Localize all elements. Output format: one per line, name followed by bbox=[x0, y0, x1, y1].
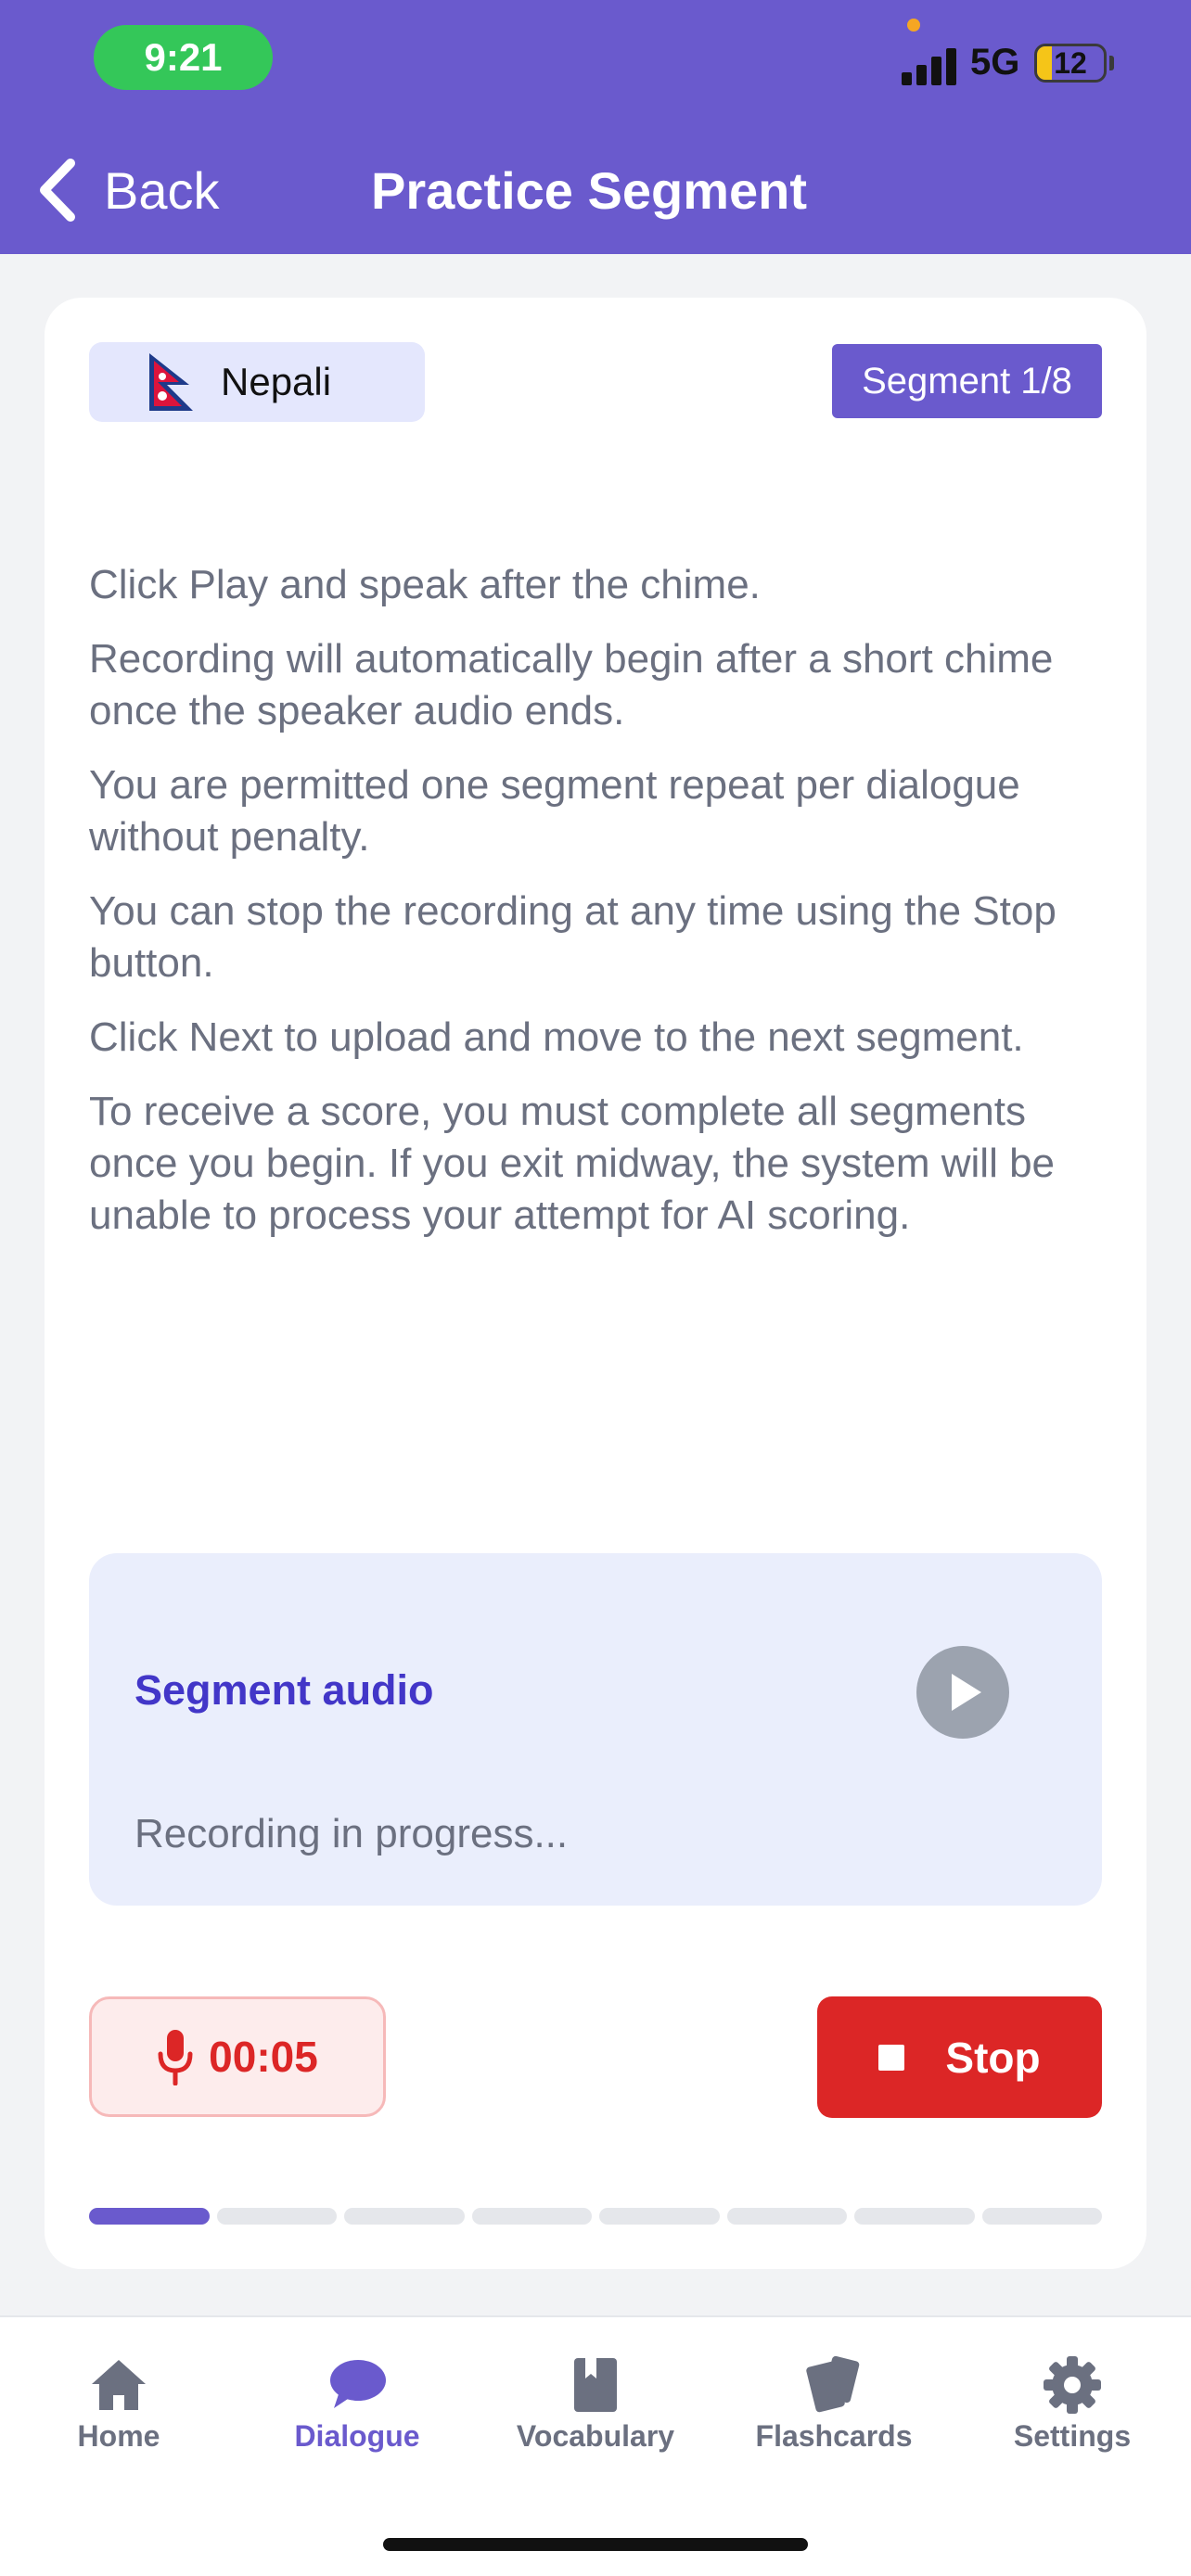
instruction-text: Click Next to upload and move to the nex… bbox=[89, 1014, 1024, 1060]
back-button[interactable]: Back bbox=[35, 153, 220, 227]
home-indicator bbox=[383, 2538, 808, 2551]
segment-audio-panel: Segment audio Recording in progress... bbox=[89, 1553, 1102, 1906]
tab-home[interactable]: Home bbox=[0, 2317, 237, 2503]
battery-percent: 12 bbox=[1054, 45, 1087, 80]
progress-segment bbox=[981, 2208, 1102, 2225]
tab-label: Settings bbox=[1013, 2419, 1132, 2453]
tab-label: Home bbox=[77, 2419, 160, 2453]
play-button[interactable] bbox=[916, 1646, 1009, 1739]
progress-segment bbox=[216, 2208, 337, 2225]
instruction-text: Recording will automatically begin after… bbox=[89, 636, 1054, 733]
tab-flashcards[interactable]: Flashcards bbox=[715, 2317, 953, 2503]
progress-segment bbox=[89, 2208, 210, 2225]
nepal-flag-icon bbox=[149, 353, 193, 411]
back-label: Back bbox=[104, 160, 220, 220]
stop-label: Stop bbox=[945, 2033, 1041, 2082]
progress-segment bbox=[344, 2208, 465, 2225]
segment-badge: Segment 1/8 bbox=[832, 344, 1102, 418]
instruction-text: To receive a score, you must complete al… bbox=[89, 1089, 1056, 1238]
tab-vocabulary[interactable]: Vocabulary bbox=[477, 2317, 714, 2503]
instructions: Click Play and speak after the chime. Re… bbox=[89, 559, 1100, 1264]
tab-settings[interactable]: Settings bbox=[954, 2317, 1191, 2503]
chat-bubble-icon bbox=[330, 2360, 386, 2408]
instruction-text: You are permitted one segment repeat per… bbox=[89, 762, 1020, 860]
tab-label: Flashcards bbox=[755, 2419, 913, 2453]
progress-segment bbox=[726, 2208, 847, 2225]
language-chip: Nepali bbox=[89, 342, 425, 422]
status-time: 9:21 bbox=[94, 25, 273, 90]
recording-timer: 00:05 bbox=[89, 1996, 386, 2117]
progress-segment bbox=[854, 2208, 975, 2225]
segment-progress bbox=[89, 2208, 1102, 2225]
play-icon bbox=[952, 1674, 981, 1711]
app-header: 9:21 5G 12 Back Practice Segment bbox=[0, 0, 1191, 254]
instruction-text: You can stop the recording at any time u… bbox=[89, 888, 1057, 986]
stop-icon bbox=[878, 2044, 905, 2071]
segment-audio-title: Segment audio bbox=[134, 1666, 434, 1714]
tab-dialogue[interactable]: Dialogue bbox=[238, 2317, 476, 2503]
network-type: 5G bbox=[970, 42, 1020, 83]
chevron-left-icon bbox=[40, 159, 75, 222]
tab-label: Dialogue bbox=[294, 2419, 420, 2453]
timer-value: 00:05 bbox=[209, 2033, 318, 2081]
progress-segment bbox=[471, 2208, 592, 2225]
microphone-icon bbox=[158, 2030, 193, 2085]
stop-button[interactable]: Stop bbox=[817, 1996, 1102, 2118]
cellular-signal-icon bbox=[902, 46, 957, 85]
practice-card: Nepali Segment 1/8 Click Play and speak … bbox=[45, 298, 1146, 2269]
book-icon bbox=[574, 2358, 617, 2412]
gear-icon bbox=[1044, 2356, 1101, 2414]
language-label: Nepali bbox=[221, 360, 332, 403]
recording-status: Recording in progress... bbox=[134, 1811, 569, 1856]
progress-segment bbox=[599, 2208, 720, 2225]
battery-nub bbox=[1109, 56, 1114, 70]
tab-label: Vocabulary bbox=[516, 2419, 675, 2453]
cards-icon bbox=[806, 2355, 860, 2413]
instruction-text: Click Play and speak after the chime. bbox=[89, 562, 761, 607]
home-icon bbox=[92, 2360, 146, 2410]
page-title: Practice Segment bbox=[371, 161, 807, 220]
battery-icon: 12 bbox=[1034, 44, 1107, 83]
tab-bar: Home Dialogue Vocabulary Flashcards Sett… bbox=[0, 2315, 1191, 2576]
privacy-indicator-dot bbox=[907, 19, 920, 32]
